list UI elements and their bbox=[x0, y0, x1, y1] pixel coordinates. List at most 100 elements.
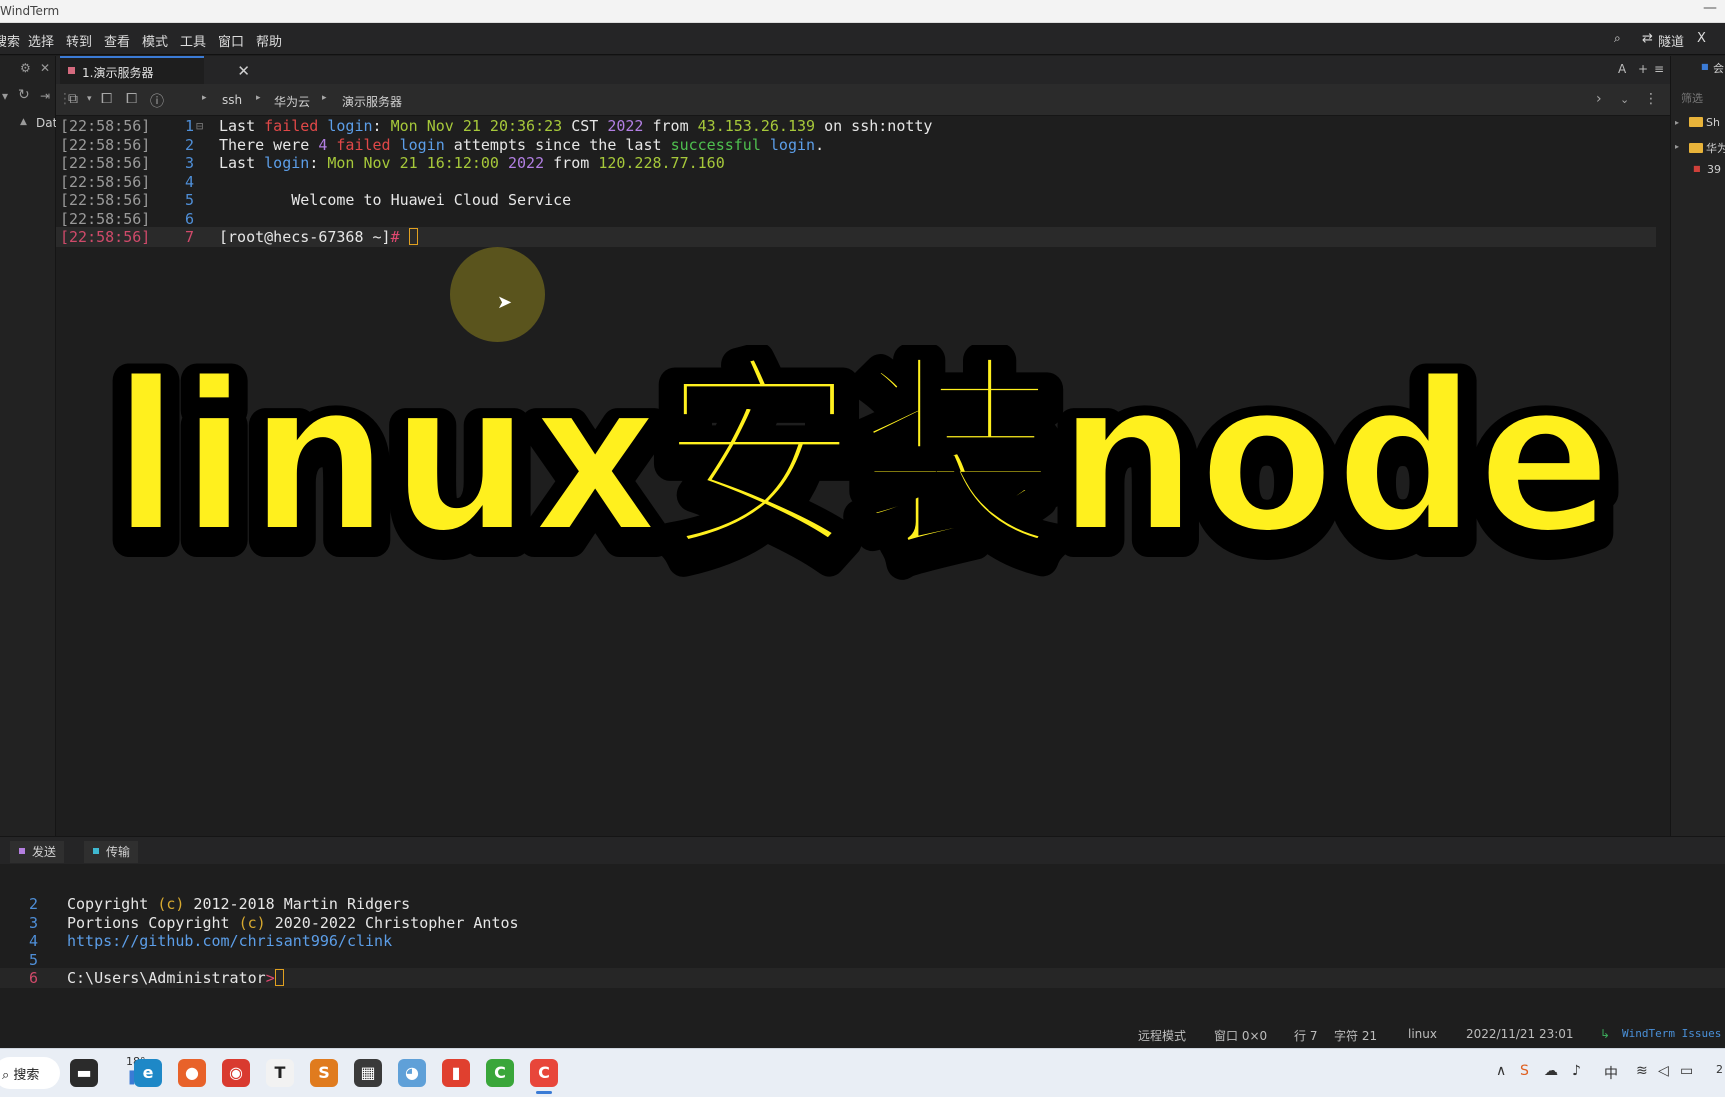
chevron-down-icon[interactable]: ⌄ bbox=[1620, 93, 1629, 106]
chevron-down-icon[interactable]: ▾ bbox=[87, 94, 92, 104]
open-icon[interactable]: ⧠ bbox=[126, 91, 137, 107]
line-number: 2 bbox=[184, 135, 194, 154]
status-bar: 远程模式 窗口 0×0 行 7 字符 21 linux 2022/11/21 2… bbox=[0, 1022, 1725, 1046]
font-button[interactable]: A bbox=[1618, 62, 1626, 76]
terminal-app-icon[interactable]: ▦ bbox=[354, 1059, 382, 1087]
date-column-header[interactable]: Dat bbox=[36, 116, 57, 130]
line-text: [root@hecs-67368 ~]# bbox=[219, 227, 418, 247]
windterm-issues-link[interactable]: WindTerm Issues bbox=[1622, 1027, 1721, 1040]
tab-transfer[interactable]: 传输 bbox=[84, 841, 139, 863]
refresh-icon[interactable]: ↻ bbox=[18, 87, 30, 103]
chevron-up-icon[interactable]: ∧ bbox=[1496, 1063, 1506, 1079]
line-timestamp: [22:58:56] bbox=[60, 154, 151, 172]
status-window-size[interactable]: 窗口 0×0 bbox=[1214, 1027, 1267, 1044]
tab-menu-button[interactable]: ≡ bbox=[1654, 62, 1664, 76]
menu-search[interactable]: 搜索 bbox=[0, 31, 20, 50]
menu-help[interactable]: 帮助 bbox=[256, 31, 282, 50]
chrome-app-icon[interactable]: ◉ bbox=[222, 1059, 250, 1087]
close-icon[interactable]: ✕ bbox=[40, 61, 50, 75]
gear-icon[interactable]: ⚙ bbox=[20, 61, 31, 75]
tunnel-icon[interactable]: ⇄ bbox=[1642, 31, 1653, 46]
menu-bar: 搜索 选择 转到 查看 模式 工具 窗口 帮助 ⌕ ⇄ 隧道 X bbox=[0, 23, 1725, 55]
language-icon[interactable]: 中 bbox=[1604, 1063, 1618, 1083]
game-app-icon[interactable]: ◕ bbox=[398, 1059, 426, 1087]
status-row[interactable]: 行 7 bbox=[1294, 1027, 1317, 1044]
terminal-output[interactable]: [22:58:56] 1 ⊟ Last failed login: Mon Nov 2… bbox=[56, 116, 1670, 836]
firefox-app-icon[interactable]: ● bbox=[178, 1059, 206, 1087]
taskbar-search[interactable]: ⌕ 搜索 bbox=[0, 1057, 60, 1089]
menu-select[interactable]: 选择 bbox=[28, 31, 54, 50]
close-x-button[interactable]: X bbox=[1697, 31, 1706, 46]
terminal-line: [22:58:56] 5 Welcome to Huawei Cloud Serv… bbox=[56, 190, 1656, 210]
menu-mode[interactable]: 模式 bbox=[142, 31, 168, 50]
panel-tab-label[interactable]: 会 bbox=[1713, 60, 1724, 76]
server-icon: ■ bbox=[1693, 164, 1701, 173]
line-text: C:\Users\Administrator> bbox=[67, 968, 284, 988]
line-timestamp: [22:58:56] bbox=[60, 191, 151, 209]
cloud-icon[interactable]: ☁ bbox=[1544, 1063, 1558, 1079]
expand-icon[interactable]: ▸ bbox=[1675, 142, 1679, 151]
tab-demo-server[interactable]: 1.演示服务器 ✕ bbox=[60, 56, 250, 84]
menu-view[interactable]: 查看 bbox=[104, 31, 130, 50]
arrow-right-icon[interactable]: ⇥ bbox=[40, 89, 50, 103]
minimize-button[interactable]: — bbox=[1703, 0, 1717, 16]
filter-input[interactable]: 筛选 bbox=[1681, 90, 1703, 106]
shell-line: 3 Portions Copyright (c) 2020-2022 Christ… bbox=[0, 913, 1725, 933]
tab-indicator bbox=[93, 848, 99, 854]
menu-goto[interactable]: 转到 bbox=[66, 31, 92, 50]
folder-icon bbox=[1689, 143, 1703, 153]
line-number: 4 bbox=[28, 932, 38, 950]
line-text: There were 4 failed login attempts since… bbox=[219, 135, 825, 154]
status-col[interactable]: 字符 21 bbox=[1334, 1027, 1377, 1044]
shell-line: 6 C:\Users\Administrator> bbox=[0, 968, 1725, 988]
status-mode[interactable]: 远程模式 bbox=[1138, 1027, 1186, 1044]
session-folder-huawei[interactable]: 华为 bbox=[1689, 140, 1725, 156]
edge-app-icon[interactable]: e bbox=[134, 1059, 162, 1087]
new-session-icon[interactable]: ⧉ bbox=[68, 91, 78, 107]
add-tab-button[interactable]: + bbox=[1638, 62, 1648, 76]
chevron-down-icon[interactable]: ▾ bbox=[2, 89, 8, 103]
info-icon[interactable]: ⓘ bbox=[150, 91, 164, 111]
text-cursor bbox=[408, 228, 418, 245]
status-datetime: 2022/11/21 23:01 bbox=[1466, 1027, 1574, 1041]
tab-send[interactable]: 发送 bbox=[10, 841, 65, 863]
tray-clock[interactable]: 2 bbox=[1716, 1063, 1723, 1076]
ime-icon[interactable]: S bbox=[1520, 1063, 1529, 1079]
breadcrumb-ssh[interactable]: ssh bbox=[222, 93, 242, 107]
windows-taskbar: ⌕ 搜索 18° ❚ ▬e●◉TS▦◕▮CC ∧ S ☁ ♪ 中 ≋ ◁ ▭ 2 bbox=[0, 1048, 1725, 1097]
line-text: Last login: Mon Nov 21 16:12:00 2022 fro… bbox=[219, 154, 725, 172]
line-text[interactable]: https://github.com/chrisant996/clink bbox=[67, 931, 392, 951]
wps-app-icon[interactable]: ▮ bbox=[442, 1059, 470, 1087]
terminal-line: [22:58:56] 1 ⊟ Last failed login: Mon Nov 2… bbox=[56, 116, 1656, 136]
session-folder-sh[interactable]: Sh bbox=[1689, 116, 1720, 129]
more-icon[interactable]: ⋮ bbox=[1644, 91, 1658, 107]
tab-close-icon[interactable]: ✕ bbox=[237, 62, 250, 80]
breadcrumb-demo-server[interactable]: 演示服务器 bbox=[342, 93, 402, 110]
volume-icon[interactable]: ◁ bbox=[1658, 1063, 1669, 1079]
search-icon[interactable]: ⌕ bbox=[1614, 31, 1621, 46]
status-os[interactable]: linux bbox=[1408, 1027, 1437, 1041]
fold-icon[interactable]: ⊟ bbox=[196, 116, 203, 136]
chevron-right-icon[interactable]: › bbox=[1596, 91, 1602, 107]
title-bar: WindTerm — bbox=[0, 0, 1725, 23]
terminal-line: [22:58:56] 2 There were 4 failed login att… bbox=[56, 135, 1656, 155]
sort-up-icon[interactable]: ▲ bbox=[20, 117, 27, 127]
session-item-39[interactable]: 39 bbox=[1707, 163, 1721, 176]
expand-icon[interactable]: ▸ bbox=[1675, 118, 1679, 127]
menu-tools[interactable]: 工具 bbox=[180, 31, 206, 50]
sublime-app-icon[interactable]: S bbox=[310, 1059, 338, 1087]
duplicate-icon[interactable]: ⧠ bbox=[101, 91, 112, 107]
issues-icon: ↳ bbox=[1600, 1027, 1611, 1041]
cmd-green-app-icon[interactable]: C bbox=[486, 1059, 514, 1087]
windterm-app-icon[interactable]: C bbox=[530, 1059, 558, 1094]
file-explorer-app-icon[interactable]: ▬ bbox=[70, 1059, 98, 1087]
menu-window[interactable]: 窗口 bbox=[218, 31, 244, 50]
local-shell-output[interactable]: 2 Copyright (c) 2012-2018 Martin Ridgers 3… bbox=[0, 864, 1725, 994]
typora-app-icon[interactable]: T bbox=[266, 1059, 294, 1087]
wifi-icon[interactable]: ≋ bbox=[1636, 1063, 1648, 1079]
line-timestamp: [22:58:56] bbox=[60, 172, 151, 191]
battery-icon[interactable]: ▭ bbox=[1680, 1063, 1693, 1079]
tunnel-menu[interactable]: 隧道 bbox=[1658, 31, 1684, 50]
breadcrumb-huawei-cloud[interactable]: 华为云 bbox=[274, 93, 310, 110]
microphone-icon[interactable]: ♪ bbox=[1572, 1063, 1581, 1079]
